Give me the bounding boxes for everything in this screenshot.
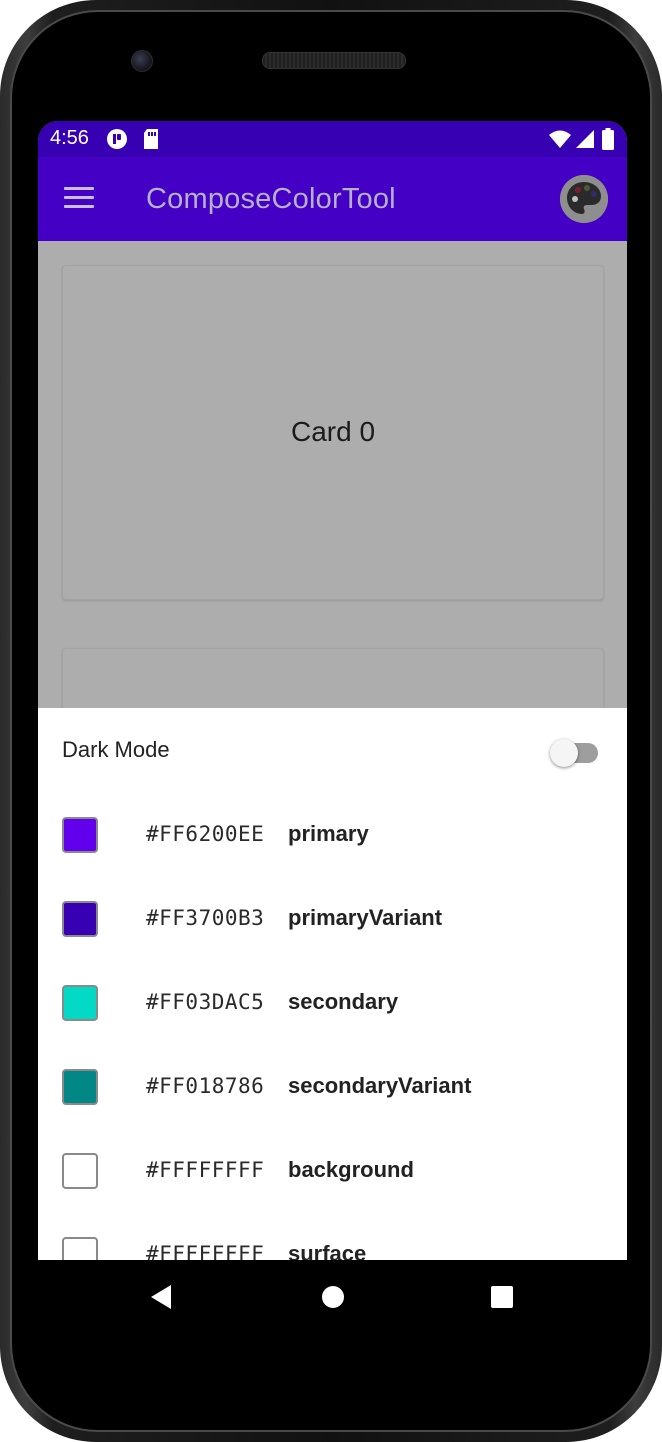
status-time: 4:56 bbox=[50, 127, 89, 149]
color-name: primary bbox=[288, 821, 369, 846]
home-icon[interactable] bbox=[322, 1286, 344, 1308]
color-hex: #FF6200EE bbox=[146, 822, 265, 846]
color-row-secondary-variant[interactable]: #FF018786 secondaryVariant bbox=[38, 1044, 627, 1128]
earpiece-speaker bbox=[262, 52, 406, 69]
color-hex: #FFFFFFFF bbox=[146, 1158, 265, 1182]
color-swatch[interactable] bbox=[62, 1069, 98, 1105]
dark-mode-label: Dark Mode bbox=[62, 737, 170, 762]
phone-frame: 4:56 ComposeColorTool Card 0 Dark Mode #… bbox=[0, 0, 662, 1442]
color-swatch[interactable] bbox=[62, 1153, 98, 1189]
system-nav-bar bbox=[38, 1260, 627, 1332]
color-bottom-sheet: Dark Mode #FF6200EE primary #FF3700B3 pr… bbox=[38, 708, 627, 1260]
sd-card-icon bbox=[142, 128, 160, 155]
color-swatch[interactable] bbox=[62, 1237, 98, 1260]
color-row-surface[interactable]: #FFFFFFFF surface bbox=[38, 1212, 627, 1260]
notification-app-icon bbox=[106, 128, 128, 155]
dark-mode-switch[interactable] bbox=[550, 739, 598, 769]
color-row-background[interactable]: #FFFFFFFF background bbox=[38, 1128, 627, 1212]
color-swatch[interactable] bbox=[62, 985, 98, 1021]
palette-icon[interactable] bbox=[560, 175, 608, 223]
cell-signal-icon bbox=[575, 128, 595, 155]
color-name: secondary bbox=[288, 989, 399, 1014]
color-hex: #FF3700B3 bbox=[146, 906, 265, 930]
card-list: Card 0 bbox=[38, 241, 627, 770]
switch-thumb bbox=[550, 739, 578, 767]
recents-icon[interactable] bbox=[491, 1286, 513, 1308]
card-label: Card 0 bbox=[290, 416, 376, 447]
wifi-icon bbox=[548, 128, 572, 155]
color-name: secondaryVariant bbox=[288, 1073, 472, 1098]
color-swatch[interactable] bbox=[62, 901, 98, 937]
color-row-primary[interactable]: #FF6200EE primary bbox=[38, 792, 627, 876]
color-swatch[interactable] bbox=[62, 817, 98, 853]
color-row-secondary[interactable]: #FF03DAC5 secondary bbox=[38, 960, 627, 1044]
device-screen: 4:56 ComposeColorTool Card 0 Dark Mode #… bbox=[38, 121, 627, 1260]
dark-mode-row: Dark Mode bbox=[38, 708, 627, 792]
front-camera bbox=[131, 50, 153, 72]
color-name: surface bbox=[288, 1241, 367, 1260]
app-title: ComposeColorTool bbox=[146, 183, 396, 215]
card-0[interactable]: Card 0 bbox=[62, 265, 604, 600]
color-hex: #FF03DAC5 bbox=[146, 990, 265, 1014]
app-bar: ComposeColorTool bbox=[38, 157, 627, 241]
color-name: background bbox=[288, 1157, 414, 1182]
back-icon[interactable] bbox=[150, 1284, 172, 1315]
color-hex: #FFFFFFFF bbox=[146, 1242, 265, 1260]
color-row-primary-variant[interactable]: #FF3700B3 primaryVariant bbox=[38, 876, 627, 960]
menu-icon[interactable] bbox=[64, 187, 94, 209]
battery-icon bbox=[602, 128, 614, 155]
color-hex: #FF018786 bbox=[146, 1074, 265, 1098]
color-name: primaryVariant bbox=[288, 905, 443, 930]
status-bar: 4:56 bbox=[38, 121, 627, 157]
